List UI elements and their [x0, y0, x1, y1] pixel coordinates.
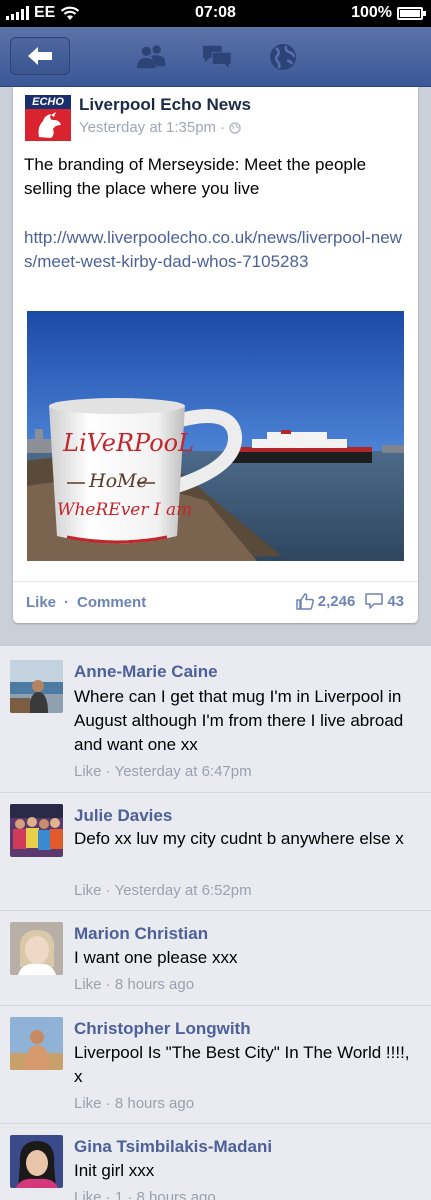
mug-photo: LiVeRPooL HoMe WheREver I am [27, 311, 404, 561]
comment-text: I want one please xxx [74, 948, 238, 967]
commenter-avatar[interactable] [10, 922, 63, 975]
comment-meta[interactable]: Like · Yesterday at 6:52pm [74, 882, 252, 899]
comments-count: 43 [387, 593, 404, 610]
commenter-name[interactable]: Anne-Marie Caine [74, 662, 218, 682]
mug-text-2: HoMe [88, 470, 148, 492]
messages-icon[interactable] [201, 41, 233, 73]
comment-item: Marion Christian I want one please xxx L… [0, 911, 431, 1006]
battery-percent: 100% [351, 4, 392, 21]
commenter-avatar[interactable] [10, 804, 63, 857]
thumbs-up-icon [296, 593, 314, 610]
liver-bird-logo [38, 112, 61, 138]
post-counts[interactable]: 2,246 43 [296, 593, 404, 610]
page-name[interactable]: Liverpool Echo News [79, 95, 251, 115]
back-arrow-icon [28, 47, 52, 65]
commenter-name[interactable]: Gina Tsimbilakis-Madani [74, 1137, 272, 1157]
post-image[interactable]: LiVeRPooL HoMe WheREver I am [27, 311, 404, 561]
nav-icons [135, 41, 299, 73]
page-logo[interactable]: ECHO [25, 95, 71, 141]
commenter-avatar[interactable] [10, 660, 63, 713]
back-button[interactable] [10, 37, 70, 75]
card-divider [13, 581, 418, 582]
post-meta: Yesterday at 1:35pm · [79, 119, 241, 136]
meta-separator: · [220, 119, 226, 136]
comment-button[interactable]: Comment [77, 594, 146, 611]
post-timestamp[interactable]: Yesterday at 1:35pm [79, 119, 216, 136]
likes-count: 2,246 [317, 593, 356, 610]
mug-text-1: LiVeRPooL [62, 429, 194, 457]
status-bar: EE 07:08 100% [0, 0, 431, 27]
comment-meta[interactable]: Like · 1 · 8 hours ago [74, 1189, 216, 1200]
battery-group: 100% [351, 4, 426, 22]
battery-icon [397, 6, 426, 20]
commenter-name[interactable]: Marion Christian [74, 924, 208, 944]
logo-text: ECHO [25, 95, 71, 109]
comment-text: Liverpool Is "The Best City" In The Worl… [74, 1043, 410, 1086]
comment-item: Gina Tsimbilakis-Madani Init girl xxx Li… [0, 1124, 431, 1200]
post-link[interactable]: http://www.liverpoolecho.co.uk/news/live… [24, 226, 412, 274]
comment-bubble-icon [365, 593, 384, 609]
like-button[interactable]: Like [26, 594, 56, 611]
friends-icon[interactable] [135, 41, 167, 73]
nav-bar [0, 27, 431, 87]
comment-item: Anne-Marie Caine Where can I get that mu… [0, 646, 431, 793]
comment-item: Christopher Longwith Liverpool Is "The B… [0, 1006, 431, 1124]
post-card: ECHO Liverpool Echo News Yesterday at 1:… [13, 87, 418, 623]
commenter-avatar[interactable] [10, 1135, 63, 1188]
comment-meta[interactable]: Like · 8 hours ago [74, 976, 194, 993]
commenter-name[interactable]: Julie Davies [74, 806, 172, 826]
comment-meta[interactable]: Like · Yesterday at 6:47pm [74, 763, 252, 780]
public-globe-icon [229, 121, 241, 134]
action-separator: · [64, 594, 70, 611]
post-text: The branding of Merseyside: Meet the peo… [24, 155, 367, 198]
comment-text: Init girl xxx [74, 1161, 155, 1180]
comment-text: Where can I get that mug I'm in Liverpoo… [74, 687, 404, 754]
commenter-name[interactable]: Christopher Longwith [74, 1019, 251, 1039]
globe-icon[interactable] [267, 41, 299, 73]
mug-text-3: WheREver I am [57, 500, 192, 520]
comment-text: Defo xx luv my city cudnt b anywhere els… [74, 829, 404, 848]
commenter-avatar[interactable] [10, 1017, 63, 1070]
comment-item: Julie Davies Defo xx luv my city cudnt b… [0, 793, 431, 911]
comment-meta[interactable]: Like · 8 hours ago [74, 1095, 194, 1112]
post-actions: Like · Comment [26, 594, 146, 611]
